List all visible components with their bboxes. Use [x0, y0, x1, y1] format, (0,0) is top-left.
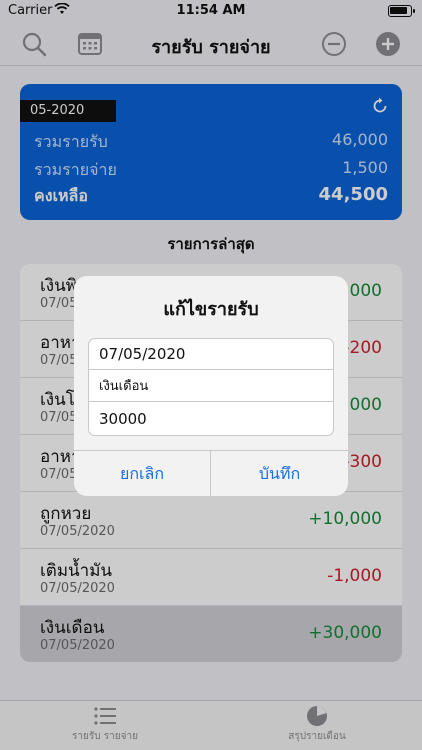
dialog-buttons: ยกเลิก บันทึก [74, 450, 348, 496]
date-field[interactable] [88, 338, 334, 370]
description-field[interactable] [88, 370, 334, 402]
save-button[interactable]: บันทึก [211, 451, 348, 496]
cancel-button[interactable]: ยกเลิก [74, 451, 211, 496]
edit-income-dialog: แก้ไขรายรับ ยกเลิก บันทึก [74, 276, 348, 496]
dialog-title: แก้ไขรายรับ [163, 299, 259, 320]
amount-field[interactable] [88, 402, 334, 436]
